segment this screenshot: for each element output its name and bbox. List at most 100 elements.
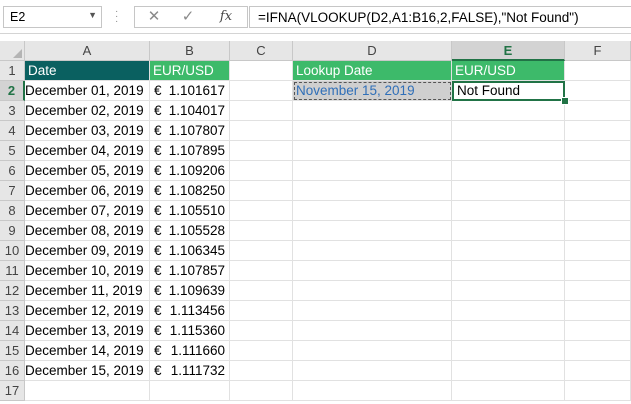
cell-b8[interactable]: €1.105510 [150,201,230,221]
cell-c4[interactable] [230,121,293,141]
cell-c12[interactable] [230,281,293,301]
cell-c11[interactable] [230,261,293,281]
cell-e17[interactable] [452,381,565,401]
cell-c17[interactable] [230,381,293,401]
cell-b6[interactable]: €1.109206 [150,161,230,181]
cell-e13[interactable] [452,301,565,321]
cell-e2[interactable]: Not Found [452,81,565,101]
cell-e6[interactable] [452,161,565,181]
chevron-down-icon[interactable]: ▼ [88,10,97,20]
fill-handle[interactable] [561,97,569,105]
cell-d12[interactable] [293,281,452,301]
cell-d13[interactable] [293,301,452,321]
cell-f15[interactable] [565,341,631,361]
row-header-10[interactable]: 10 [0,241,25,261]
cell-e14[interactable] [452,321,565,341]
cell-b9[interactable]: €1.105528 [150,221,230,241]
cancel-icon[interactable]: ✕ [141,8,167,26]
cell-b10[interactable]: €1.106345 [150,241,230,261]
cell-e10[interactable] [452,241,565,261]
column-header-c[interactable]: C [230,41,293,61]
cell-e12[interactable] [452,281,565,301]
row-header-13[interactable]: 13 [0,301,25,321]
cell-a8[interactable]: December 07, 2019 [25,201,150,221]
cell-f10[interactable] [565,241,631,261]
cell-e8[interactable] [452,201,565,221]
cell-a4[interactable]: December 03, 2019 [25,121,150,141]
cell-b17[interactable] [150,381,230,401]
cell-f14[interactable] [565,321,631,341]
cell-f8[interactable] [565,201,631,221]
cell-c2[interactable] [230,81,293,101]
row-header-14[interactable]: 14 [0,321,25,341]
cell-b3[interactable]: €1.104017 [150,101,230,121]
column-header-e[interactable]: E [452,41,565,61]
cell-a7[interactable]: December 06, 2019 [25,181,150,201]
row-header-8[interactable]: 8 [0,201,25,221]
cell-c1[interactable] [230,61,293,81]
row-header-7[interactable]: 7 [0,181,25,201]
cell-e3[interactable] [452,101,565,121]
cell-d16[interactable] [293,361,452,381]
row-header-16[interactable]: 16 [0,361,25,381]
column-header-f[interactable]: F [565,41,631,61]
insert-function-icon[interactable]: fx [213,8,239,26]
cell-c10[interactable] [230,241,293,261]
cell-f4[interactable] [565,121,631,141]
cell-a16[interactable]: December 15, 2019 [25,361,150,381]
cell-d8[interactable] [293,201,452,221]
row-header-11[interactable]: 11 [0,261,25,281]
cell-d4[interactable] [293,121,452,141]
cell-b2[interactable]: €1.101617 [150,81,230,101]
cell-a15[interactable]: December 14, 2019 [25,341,150,361]
enter-icon[interactable]: ✓ [175,8,201,26]
cell-f12[interactable] [565,281,631,301]
cell-a5[interactable]: December 04, 2019 [25,141,150,161]
cell-b14[interactable]: €1.115360 [150,321,230,341]
cell-a1[interactable]: Date [25,61,150,81]
cell-b5[interactable]: €1.107895 [150,141,230,161]
cell-f13[interactable] [565,301,631,321]
cell-e16[interactable] [452,361,565,381]
cell-c6[interactable] [230,161,293,181]
cell-d5[interactable] [293,141,452,161]
column-header-d[interactable]: D [293,41,452,61]
cell-d10[interactable] [293,241,452,261]
cell-a2[interactable]: December 01, 2019 [25,81,150,101]
cell-b13[interactable]: €1.113456 [150,301,230,321]
name-box[interactable]: E2 ▼ [3,6,102,28]
row-header-17[interactable]: 17 [0,381,25,401]
cell-c14[interactable] [230,321,293,341]
cell-c5[interactable] [230,141,293,161]
cell-f9[interactable] [565,221,631,241]
cell-b7[interactable]: €1.108250 [150,181,230,201]
cell-d6[interactable] [293,161,452,181]
cell-f16[interactable] [565,361,631,381]
cell-a11[interactable]: December 10, 2019 [25,261,150,281]
formula-bar-input[interactable]: =IFNA(VLOOKUP(D2,A1:B16,2,FALSE),"Not Fo… [249,6,631,28]
row-header-4[interactable]: 4 [0,121,25,141]
cell-b1[interactable]: EUR/USD [150,61,230,81]
cell-a9[interactable]: December 08, 2019 [25,221,150,241]
row-header-6[interactable]: 6 [0,161,25,181]
column-header-a[interactable]: A [25,41,150,61]
cell-a10[interactable]: December 09, 2019 [25,241,150,261]
cell-c8[interactable] [230,201,293,221]
cell-f1[interactable] [565,61,631,81]
cell-e1[interactable]: EUR/USD [452,61,565,81]
cell-f5[interactable] [565,141,631,161]
cell-d14[interactable] [293,321,452,341]
cell-d2[interactable]: November 15, 2019 [293,81,452,101]
row-header-5[interactable]: 5 [0,141,25,161]
cell-f11[interactable] [565,261,631,281]
row-header-15[interactable]: 15 [0,341,25,361]
cell-b16[interactable]: €1.111732 [150,361,230,381]
cell-e11[interactable] [452,261,565,281]
cell-c15[interactable] [230,341,293,361]
cell-e4[interactable] [452,121,565,141]
cell-a14[interactable]: December 13, 2019 [25,321,150,341]
cell-f3[interactable] [565,101,631,121]
cell-e7[interactable] [452,181,565,201]
cell-d1[interactable]: Lookup Date [293,61,452,81]
row-header-3[interactable]: 3 [0,101,25,121]
